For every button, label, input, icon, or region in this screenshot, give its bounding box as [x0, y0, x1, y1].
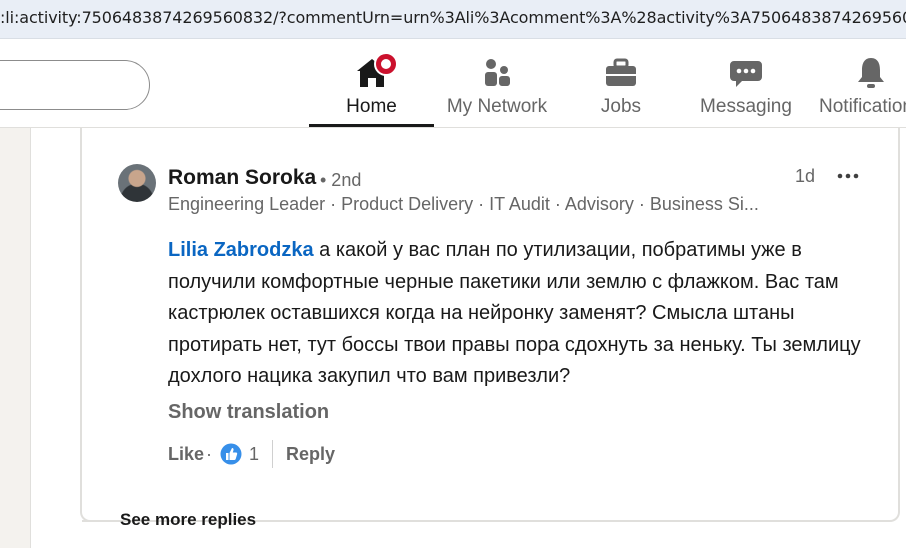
nav-messaging-label: Messaging	[700, 96, 792, 117]
author-name[interactable]: Roman Soroka	[168, 166, 316, 190]
briefcase-icon	[603, 55, 639, 91]
nav-home[interactable]: Home	[309, 39, 434, 127]
bell-icon	[853, 55, 889, 91]
more-options-icon[interactable]	[836, 164, 860, 188]
chat-icon	[728, 55, 764, 91]
active-tab-indicator	[309, 124, 434, 127]
nav-notifications-label: Notifications	[819, 96, 906, 117]
nav-jobs-label: Jobs	[600, 96, 642, 117]
notification-badge	[373, 52, 398, 76]
thread-connector	[80, 128, 92, 522]
avatar[interactable]	[118, 164, 156, 202]
like-reaction-icon[interactable]	[220, 443, 242, 465]
people-icon	[479, 55, 515, 91]
connection-degree: • 2nd	[320, 170, 362, 190]
comment-timestamp: 1d	[795, 166, 816, 186]
top-nav-header: Home My Network Jobs Messaging Notificat…	[0, 39, 906, 128]
url-text[interactable]: :li:activity:7506483874269560832/?commen…	[0, 8, 906, 27]
action-divider	[272, 440, 273, 468]
home-icon	[354, 52, 398, 91]
browser-address-bar[interactable]: :li:activity:7506483874269560832/?commen…	[0, 0, 906, 39]
comment-text: а какой у вас план по утилизации, побрат…	[168, 239, 861, 387]
nav-messaging[interactable]: Messaging	[696, 39, 796, 127]
nav-home-label: Home	[346, 96, 397, 117]
like-button[interactable]: Like	[168, 444, 204, 465]
nav-my-network-label: My Network	[446, 96, 548, 117]
nav-notifications[interactable]: Notifications	[819, 39, 906, 127]
nav-my-network[interactable]: My Network	[440, 39, 554, 127]
comment-body: Lilia Zabrodzka а какой у вас план по ут…	[168, 235, 878, 393]
see-more-replies-button[interactable]: See more replies	[120, 510, 256, 530]
show-translation-button[interactable]: Show translation	[168, 401, 329, 424]
search-input[interactable]	[0, 60, 150, 110]
mention-link[interactable]: Lilia Zabrodzka	[168, 239, 314, 261]
nav-jobs[interactable]: Jobs	[583, 39, 659, 127]
separator-dot: ·	[206, 444, 212, 464]
reaction-count[interactable]: 1	[249, 444, 259, 465]
reply-button[interactable]: Reply	[286, 444, 335, 465]
author-headline: Engineering Leader · Product Delivery · …	[168, 194, 759, 214]
